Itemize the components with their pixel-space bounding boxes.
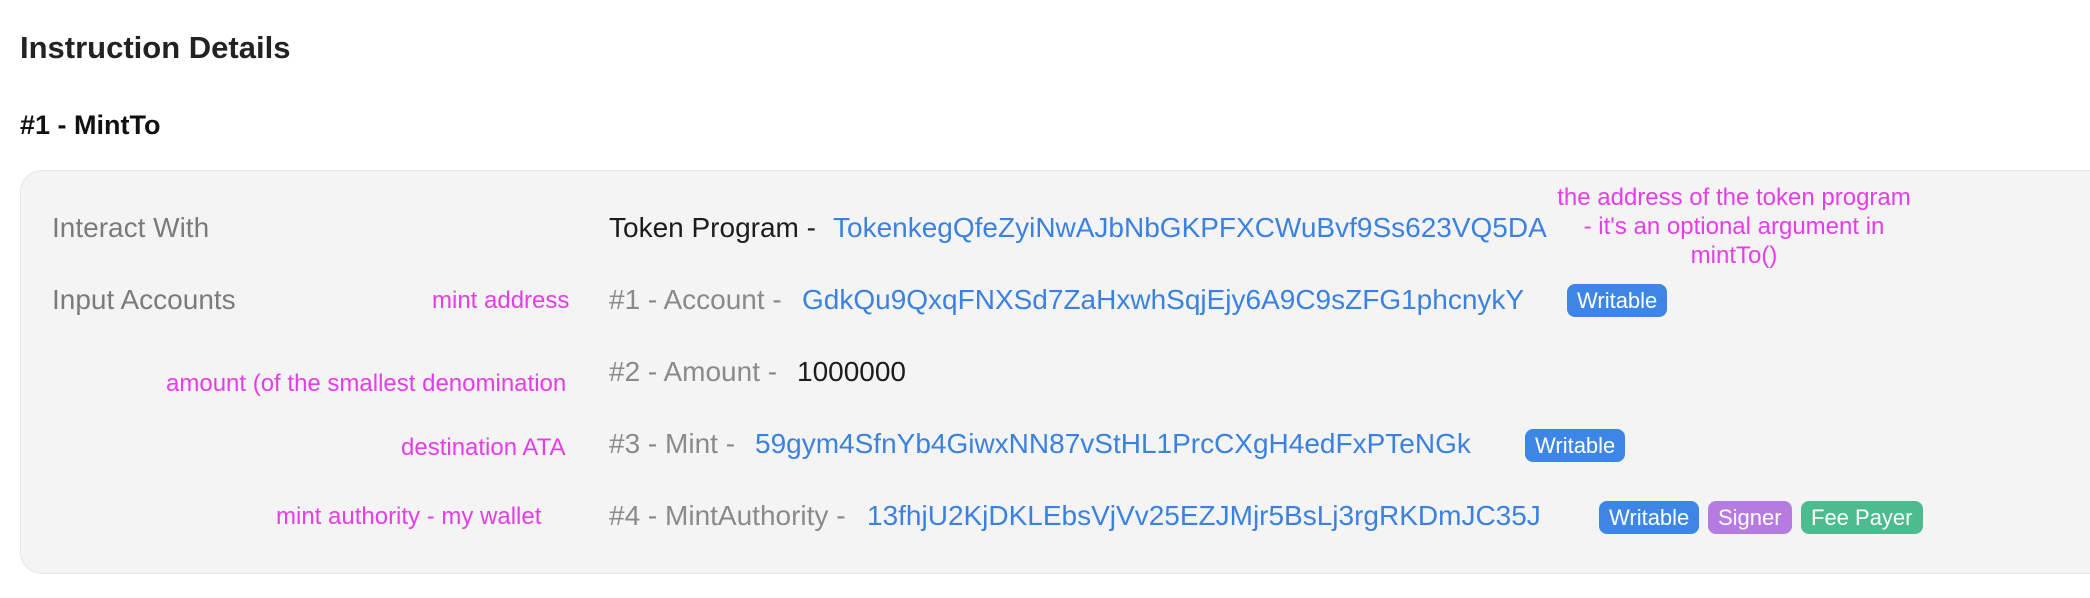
annotation-mint-address: mint address [432, 287, 570, 314]
account-3-prefix: #3 - Mint - [609, 428, 736, 459]
annotation-destination-ata: destination ATA [401, 434, 566, 461]
account-3-writable-badge: Writable [1525, 429, 1626, 462]
token-program-annotation: the address of the token program - it's … [1557, 184, 1911, 269]
interact-program-prefix: Token Program - [609, 212, 816, 243]
token-program-address-link[interactable]: TokenkegQfeZyiNwAJbNbGKPFXCWuBvf9Ss623VQ… [833, 212, 1547, 244]
account-4-prefix: #4 - MintAuthority - [609, 500, 846, 531]
account-1-writable-badge: Writable [1567, 284, 1668, 317]
account-4-fee-payer-badge: Fee Payer [1801, 501, 1923, 534]
account-1-address-link[interactable]: GdkQu9QxqFNXSd7ZaHxwhSqjEjy6A9C9sZFG1phc… [802, 284, 1524, 316]
account-2-prefix: #2 - Amount - [609, 356, 778, 387]
account-2-amount-value: 1000000 [797, 356, 907, 387]
account-1-prefix: #1 - Account - [609, 284, 782, 315]
input-accounts-label: Input Accounts [52, 284, 236, 315]
account-4-writable-badge: Writable [1599, 501, 1700, 534]
account-4-address-link[interactable]: 13fhjU2KjDKLEbsVjVv25EZJMjr5BsLj3rgRKDmJ… [867, 500, 1541, 532]
annotation-mint-authority: mint authority - my wallet [276, 503, 542, 530]
interact-with-label: Interact With [52, 212, 210, 243]
page-title: Instruction Details [20, 30, 291, 65]
account-3-address-link[interactable]: 59gym4SfnYb4GiwxNN87vStHL1PrcCXgH4edFxPT… [755, 428, 1471, 460]
account-4-signer-badge: Signer [1708, 501, 1792, 534]
instruction-heading: #1 - MintTo [20, 110, 161, 140]
annotation-amount: amount (of the smallest denomination [166, 370, 567, 397]
